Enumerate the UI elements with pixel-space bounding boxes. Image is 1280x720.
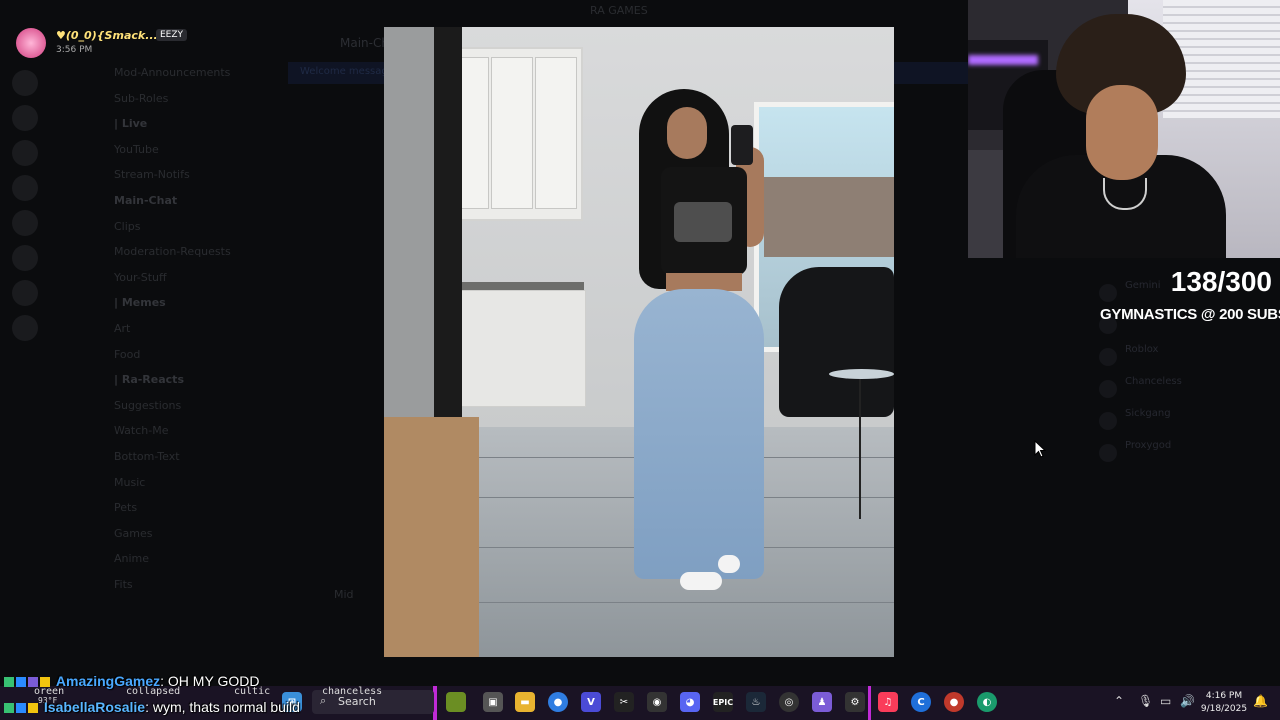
chrome-icon[interactable]: ● <box>548 692 568 712</box>
clock-date: 9/18/2025 <box>1200 704 1248 714</box>
channel-item[interactable]: Anime <box>52 546 272 572</box>
sub-goal-text: GYMNASTICS @ 200 SUBS <box>1100 306 1280 323</box>
channel-item[interactable]: | Memes <box>52 290 272 316</box>
channel-item[interactable]: Clips <box>52 214 272 240</box>
chat-notification: ♥(0_0){Smack... EEZY 3:56 PM <box>16 26 276 62</box>
notification-bell-icon[interactable]: 🔔 <box>1253 694 1268 708</box>
badge-icon <box>28 677 38 688</box>
badge-icon <box>28 703 38 714</box>
channel-item[interactable]: Your-Stuff <box>52 265 272 291</box>
channel-item[interactable]: | Ra-Reacts <box>52 367 272 393</box>
gamepad-icon[interactable]: ♟ <box>812 692 832 712</box>
channel-item[interactable]: Food <box>52 342 272 368</box>
channel-item[interactable]: Watch-Me <box>52 418 272 444</box>
green-app-icon[interactable]: ◐ <box>977 692 997 712</box>
music-icon[interactable]: ♫ <box>878 692 898 712</box>
channel-item[interactable]: Art <box>52 316 272 342</box>
channel-item[interactable]: | Live <box>52 111 272 137</box>
channel-item[interactable]: Fits <box>52 572 272 598</box>
avatar <box>16 28 46 58</box>
hidden-chat-word: chanceless <box>322 686 383 697</box>
server-icon[interactable] <box>12 280 38 306</box>
channel-item[interactable]: Moderation-Requests <box>52 239 272 265</box>
app-circle-icon[interactable]: ◎ <box>779 692 799 712</box>
channel-item[interactable]: Music <box>52 470 272 496</box>
red-app-icon[interactable]: ● <box>944 692 964 712</box>
server-icon[interactable] <box>12 245 38 271</box>
chat-message: : wym, thats normal build <box>145 699 300 715</box>
obs-icon[interactable]: ◉ <box>647 692 667 712</box>
volume-icon[interactable]: 🔊 <box>1180 694 1195 708</box>
badge-icon <box>4 677 14 688</box>
server-icon[interactable] <box>12 210 38 236</box>
member-item[interactable]: Roblox <box>1095 344 1280 376</box>
channel-item[interactable]: Pets <box>52 495 272 521</box>
epic-games-icon[interactable]: EPIC <box>713 692 733 712</box>
taskbar-clock[interactable]: 4:16 PM 9/18/2025 <box>1196 690 1252 716</box>
clock-time: 4:16 PM <box>1205 691 1243 701</box>
shared-photo <box>384 27 894 657</box>
tray-chevron-icon[interactable]: ⌃ <box>1114 694 1124 708</box>
channel-item[interactable]: Stream-Notifs <box>52 162 272 188</box>
task-view-icon[interactable]: ▣ <box>483 692 503 712</box>
v-app-icon[interactable]: V <box>581 692 601 712</box>
badge-icon <box>4 703 14 714</box>
server-rail <box>0 60 48 660</box>
channel-item[interactable]: Suggestions <box>52 393 272 419</box>
channel-item[interactable]: Mod-Announcements <box>52 60 272 86</box>
chat-message: : OH MY GODD <box>160 673 260 689</box>
notification-time: 3:56 PM <box>56 45 93 55</box>
member-item[interactable]: Sickgang <box>1095 408 1280 440</box>
channel-list: Mod-Announcements Sub-Roles | Live YouTube S… <box>52 60 272 597</box>
network-icon[interactable]: ▭ <box>1160 694 1171 708</box>
server-icon[interactable] <box>12 105 38 131</box>
member-item[interactable]: Chanceless <box>1095 376 1280 408</box>
channel-item[interactable]: Games <box>52 521 272 547</box>
server-icon[interactable] <box>12 140 38 166</box>
badge-icon <box>16 703 26 714</box>
capcut-icon[interactable]: ✂ <box>614 692 634 712</box>
chat-username: IsabellaRosalie <box>43 699 146 715</box>
member-item[interactable]: Proxygod <box>1095 440 1280 472</box>
channel-item[interactable]: Sub-Roles <box>52 86 272 112</box>
mouse-cursor-icon <box>1034 440 1046 458</box>
file-explorer-icon[interactable]: ▬ <box>515 692 535 712</box>
discord-icon[interactable]: ◕ <box>680 692 700 712</box>
webcam-feed <box>968 0 1280 258</box>
app-thumbnail-icon[interactable] <box>446 692 466 712</box>
chat-username: AmazingGamez <box>55 673 161 689</box>
settings-icon[interactable]: ⚙ <box>845 692 865 712</box>
channel-item[interactable]: Main-Chat <box>52 188 272 214</box>
overlay-chat-line: AmazingGamez: OH MY GODD <box>4 673 259 689</box>
notification-tag: EEZY <box>156 29 188 41</box>
overlay-chat-line: IsabellaRosalie: wym, thats normal build <box>4 699 300 715</box>
c-app-icon[interactable]: C <box>911 692 931 712</box>
channel-item[interactable]: Bottom-Text <box>52 444 272 470</box>
server-icon[interactable] <box>12 70 38 96</box>
server-icon[interactable] <box>12 315 38 341</box>
steam-icon[interactable]: ♨ <box>746 692 766 712</box>
server-icon[interactable] <box>12 175 38 201</box>
badge-icon <box>16 677 26 688</box>
faint-message: Mid <box>334 588 354 601</box>
sub-count: 138/300 <box>1170 266 1272 297</box>
notification-name: ♥(0_0){Smack... <box>56 29 158 42</box>
microphone-icon[interactable]: 🎙 <box>1138 694 1153 708</box>
crown-icon <box>40 677 50 688</box>
channel-item[interactable]: YouTube <box>52 137 272 163</box>
window-title: RA GAMES <box>590 4 648 17</box>
phone-icon <box>731 125 753 165</box>
